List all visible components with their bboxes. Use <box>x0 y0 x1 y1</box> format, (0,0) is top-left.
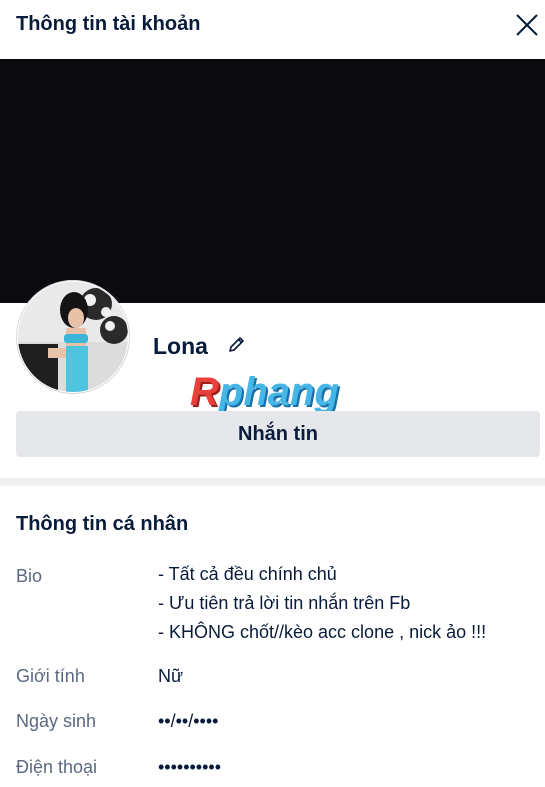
avatar-image <box>18 282 128 392</box>
section-divider <box>0 478 545 486</box>
bio-label: Bio <box>16 566 43 586</box>
pencil-icon <box>229 337 244 352</box>
watermark-logo: Rphang <box>190 370 339 414</box>
bio-line: - Tất cả đều chính chủ <box>158 564 337 584</box>
birthday-label: Ngày sinh <box>16 711 97 731</box>
edit-name-button[interactable] <box>226 333 248 355</box>
bio-value: - Tất cả đều chính chủ - Ưu tiên trả lời… <box>158 563 486 650</box>
phone-label: Điện thoại <box>16 757 98 777</box>
bio-line: - Ưu tiên trả lời tin nhắn trên Fb <box>158 593 411 613</box>
phone-value: •••••••••• <box>158 757 222 777</box>
gender-value: Nữ <box>158 666 184 686</box>
cover-photo[interactable] <box>0 59 545 303</box>
gender-label: Giới tính <box>16 666 85 686</box>
modal-title: Thông tin tài khoản <box>16 13 201 35</box>
bio-line: - KHÔNG chốt//kèo acc clone , nick ảo !!… <box>158 622 487 642</box>
close-button[interactable] <box>512 10 542 40</box>
birthday-value: ••/••/•••• <box>158 711 219 731</box>
close-icon <box>516 14 538 36</box>
avatar[interactable] <box>16 280 130 394</box>
profile-name: Lona <box>153 333 208 359</box>
modal-header: Thông tin tài khoản <box>0 0 545 50</box>
send-message-button[interactable]: Nhắn tin <box>16 411 540 457</box>
personal-info-title: Thông tin cá nhân <box>16 513 189 535</box>
